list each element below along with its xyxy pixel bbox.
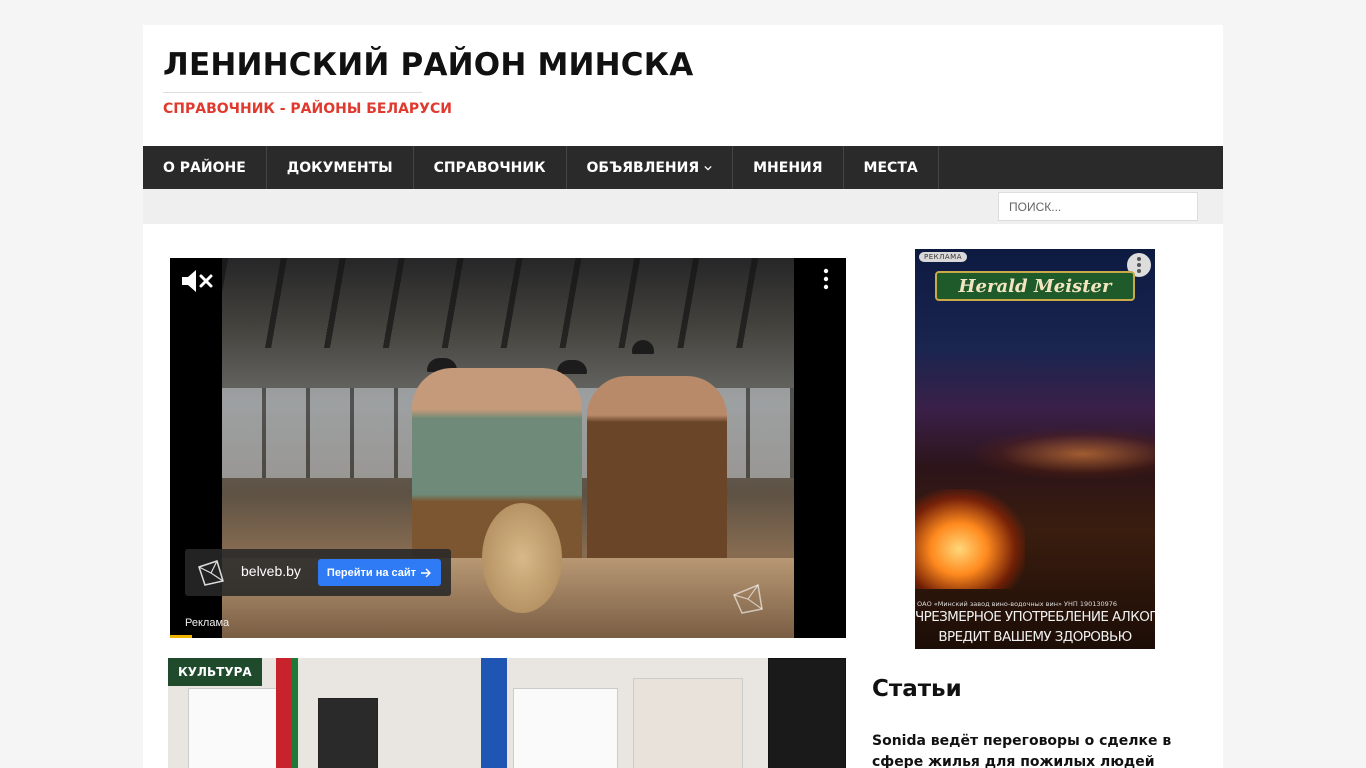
mute-icon[interactable] [178, 266, 214, 296]
nav-item-label: МЕСТА [863, 159, 918, 176]
ad-overlay-card[interactable]: belveb.by Перейти на сайт [185, 549, 451, 596]
ad-label: Реклама [185, 617, 230, 629]
nav-item-documents[interactable]: ДОКУМЕНТЫ [267, 146, 414, 189]
chevron-down-icon [704, 165, 712, 171]
photo-board [188, 688, 278, 768]
page-container: ЛЕНИНСКИЙ РАЙОН МИНСКА СПРАВОЧНИК - РАЙО… [143, 25, 1223, 768]
visit-site-button[interactable]: Перейти на сайт [318, 559, 441, 586]
arrow-right-icon [421, 568, 432, 577]
widget-title: Статьи [872, 676, 962, 702]
flag-shape [481, 658, 507, 768]
kebab-menu-icon[interactable] [820, 268, 832, 290]
ad-label: РЕКЛАМА [919, 252, 967, 262]
nav-item-label: СПРАВОЧНИК [433, 159, 546, 176]
lamp-shape [557, 360, 587, 374]
video-ad-player[interactable]: belveb.by Перейти на сайт Реклама [170, 258, 846, 638]
site-title[interactable]: ЛЕНИНСКИЙ РАЙОН МИНСКА [163, 47, 694, 83]
ad-domain[interactable]: belveb.by [241, 563, 301, 579]
search-bar [143, 189, 1223, 224]
nav-item-label: ДОКУМЕНТЫ [286, 159, 393, 176]
health-warning: ЧРЕЗМЕРНОЕ УПОТРЕБЛЕНИЕ АЛКОГОЛЯ ВРЕДИТ … [915, 607, 1155, 647]
ad-watermark-icon [733, 583, 763, 614]
display-stand [318, 698, 378, 768]
site-description: СПРАВОЧНИК - РАЙОНЫ БЕЛАРУСИ [163, 101, 452, 117]
nav-item-label: МНЕНИЯ [753, 159, 823, 176]
photo-board [633, 678, 743, 768]
nav-item-announcements[interactable]: ОБЪЯВЛЕНИЯ [567, 146, 734, 189]
nav-item-label: ОБЪЯВЛЕНИЯ [586, 159, 700, 176]
video-progress-bar[interactable] [170, 635, 192, 638]
flag-shape [276, 658, 298, 768]
photo-board [513, 688, 618, 768]
health-warning-line: ВРЕДИТ ВАШЕМУ ЗДОРОВЬЮ [938, 629, 1132, 645]
title-divider [163, 92, 422, 93]
nav-item-label: О РАЙОНЕ [163, 159, 246, 176]
featured-post-image[interactable]: КУЛЬТУРА [168, 658, 846, 768]
wooden-disc [482, 503, 562, 613]
dark-panel [768, 658, 846, 768]
article-link[interactable]: Sonida ведёт переговоры о сделке в сфере… [872, 731, 1202, 768]
main-nav: О РАЙОНЕ ДОКУМЕНТЫ СПРАВОЧНИК ОБЪЯВЛЕНИЯ… [143, 146, 1223, 189]
nav-item-places[interactable]: МЕСТА [844, 146, 939, 189]
category-badge[interactable]: КУЛЬТУРА [168, 658, 262, 686]
sidebar-ad[interactable]: РЕКЛАМА Herald Meister ОАО «Минский заво… [915, 249, 1155, 649]
visit-site-label: Перейти на сайт [326, 566, 417, 579]
health-warning-line: ЧРЕЗМЕРНОЕ УПОТРЕБЛЕНИЕ АЛКОГОЛЯ [915, 609, 1155, 625]
nav-item-opinions[interactable]: МНЕНИЯ [733, 146, 844, 189]
brand-logo: Herald Meister [935, 271, 1135, 301]
nav-item-directory[interactable]: СПРАВОЧНИК [414, 146, 567, 189]
city-lights [975, 429, 1155, 479]
belveb-logo-icon [198, 560, 224, 586]
nav-item-about[interactable]: О РАЙОНЕ [143, 146, 267, 189]
campfire-image [915, 489, 1025, 589]
search-input[interactable] [998, 192, 1198, 221]
